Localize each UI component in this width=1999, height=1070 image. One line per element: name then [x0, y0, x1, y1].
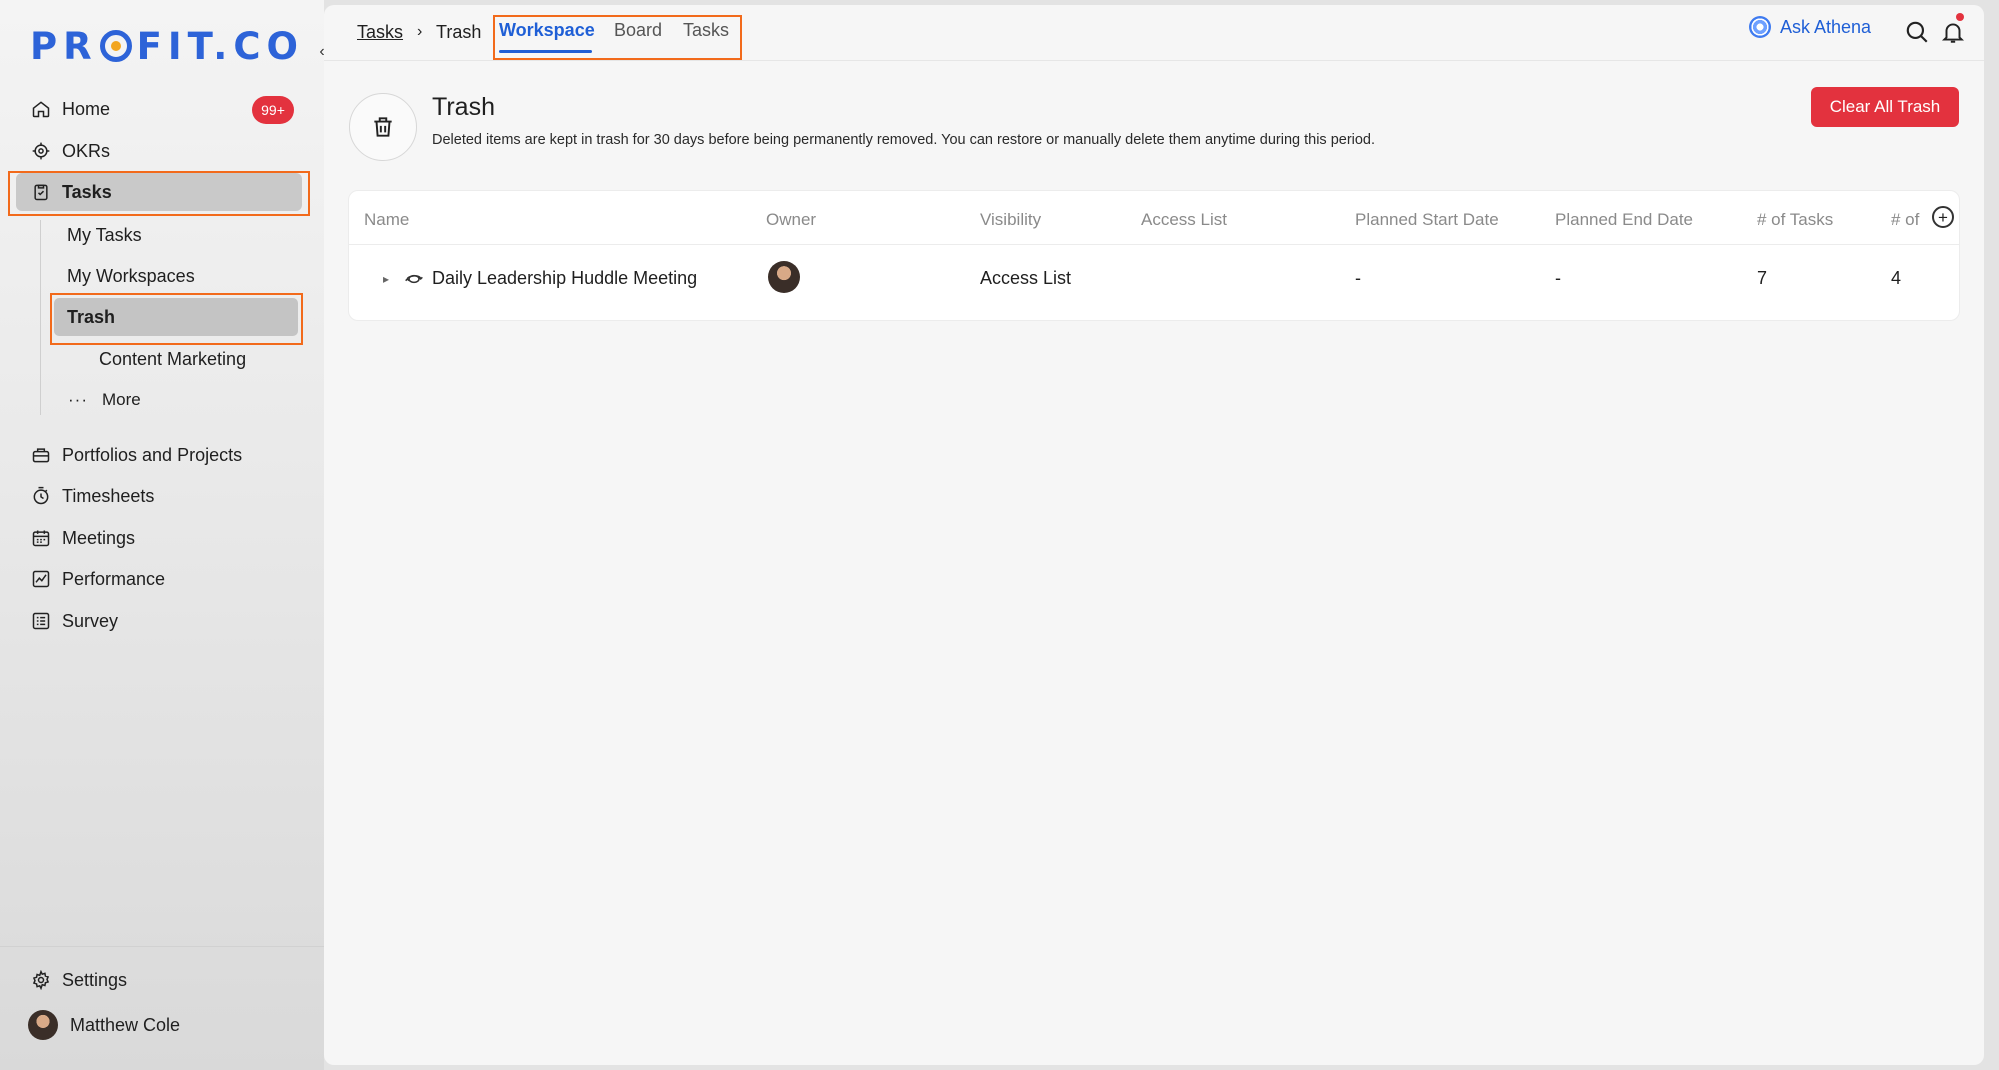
sidebar-item-portfolios[interactable]: Portfolios and Projects [16, 436, 302, 474]
sidebar-subitem-label: Trash [67, 306, 116, 327]
sidebar-subitem-content-marketing[interactable]: Content Marketing [86, 340, 296, 378]
sidebar-subitem-trash[interactable]: Trash [54, 298, 298, 336]
profit-co-logo[interactable]: PR FIT.CO [30, 24, 304, 68]
user-name: Matthew Cole [70, 1014, 181, 1035]
sidebar-item-label: Meetings [62, 527, 136, 548]
sidebar-item-home[interactable]: Home 99+ [16, 90, 302, 128]
chart-line-icon [30, 568, 52, 590]
sidebar-item-label: Timesheets [62, 485, 155, 506]
target-icon [30, 140, 52, 162]
ask-athena-button[interactable]: Ask Athena [1749, 16, 1871, 38]
workspace-sync-icon [404, 269, 424, 294]
ask-athena-label: Ask Athena [1780, 16, 1872, 37]
tab-tasks[interactable]: Tasks [683, 20, 729, 41]
column-header-name[interactable]: Name [364, 210, 409, 230]
breadcrumb-separator: › [417, 23, 423, 40]
sidebar-item-label: Settings [62, 969, 128, 990]
home-icon [30, 98, 52, 120]
calendar-icon [30, 527, 52, 549]
column-header-access-list[interactable]: Access List [1141, 210, 1227, 230]
sidebar-item-survey[interactable]: Survey [16, 602, 302, 640]
sidebar-subitem-label: My Workspaces [67, 265, 195, 286]
column-header-planned-end[interactable]: Planned End Date [1555, 210, 1693, 230]
logo-target-icon [99, 30, 132, 62]
search-icon[interactable] [1904, 19, 1930, 45]
notification-dot [1956, 13, 1964, 21]
logo-text-end: FIT.CO [136, 24, 304, 68]
workspace-name[interactable]: Daily Leadership Huddle Meeting [432, 268, 697, 289]
sidebar-divider [0, 946, 324, 947]
user-profile[interactable]: Matthew Cole [16, 1006, 302, 1044]
column-header-owner[interactable]: Owner [766, 210, 816, 230]
sidebar: PR FIT.CO ‹ Home 99+ OKRs Tasks My Tasks… [0, 0, 325, 1070]
sidebar-subitem-label: Content Marketing [99, 348, 247, 369]
visibility-value: Access List [980, 268, 1072, 288]
user-avatar [28, 1010, 58, 1040]
clear-all-trash-button[interactable]: Clear All Trash [1811, 87, 1959, 127]
notification-count-badge: 99+ [252, 96, 294, 124]
sidebar-item-label: OKRs [62, 140, 111, 161]
add-column-button[interactable]: + [1932, 206, 1954, 228]
column-header-truncated[interactable]: # of [1891, 210, 1923, 230]
tab-board[interactable]: Board [614, 20, 662, 41]
athena-icon [1749, 16, 1771, 38]
sidebar-item-meetings[interactable]: Meetings [16, 519, 302, 557]
column-header-task-count[interactable]: # of Tasks [1757, 210, 1833, 230]
sidebar-item-label: Portfolios and Projects [62, 444, 243, 465]
bell-icon[interactable] [1940, 19, 1966, 45]
expand-row-icon[interactable]: ▸ [383, 272, 389, 286]
sidebar-item-tasks[interactable]: Tasks [16, 173, 302, 211]
gear-icon [30, 969, 52, 991]
sidebar-subitem-my-tasks[interactable]: My Tasks [54, 216, 298, 254]
column-header-planned-start[interactable]: Planned Start Date [1355, 210, 1499, 230]
sidebar-subitem-label: My Tasks [67, 224, 142, 245]
briefcase-icon [30, 444, 52, 466]
logo-text-start: PR [30, 24, 98, 68]
sidebar-subitem-more[interactable]: ··· More [54, 381, 298, 419]
owner-avatar [768, 261, 800, 298]
sidebar-item-label: Tasks [62, 181, 112, 202]
sidebar-item-label: Survey [62, 610, 119, 631]
header-divider [349, 244, 1959, 245]
breadcrumb-current: Trash [436, 22, 482, 42]
clipboard-check-icon [30, 181, 52, 203]
planned-end-value: - [1555, 268, 1561, 288]
page-title: Trash [432, 93, 495, 121]
task-tree-line [40, 220, 41, 415]
sidebar-subitem-my-workspaces[interactable]: My Workspaces [54, 257, 298, 295]
tab-workspace[interactable]: Workspace [499, 20, 595, 41]
sidebar-item-settings[interactable]: Settings [16, 961, 302, 999]
trash-table: Name Owner Visibility Access List Planne… [348, 190, 1960, 321]
task-count-value: 7 [1757, 268, 1768, 288]
plus-icon: + [1938, 207, 1948, 227]
more-dots-icon: ··· [68, 390, 88, 409]
main-panel: Tasks › Trash Workspace Board Tasks Ask … [324, 5, 1984, 1065]
sidebar-item-label: Performance [62, 568, 166, 589]
sidebar-subitem-label: More [101, 390, 141, 409]
breadcrumb-tasks-link[interactable]: Tasks [357, 22, 403, 43]
trash-header-icon [349, 93, 417, 161]
truncated-column-value: 4 [1891, 268, 1902, 288]
planned-start-value: - [1355, 268, 1361, 288]
sidebar-item-timesheets[interactable]: Timesheets [16, 477, 302, 515]
survey-icon [30, 610, 52, 632]
active-tab-indicator [499, 50, 592, 53]
sidebar-item-label: Home [62, 98, 111, 119]
topbar: Tasks › Trash Workspace Board Tasks Ask … [324, 5, 1984, 61]
sidebar-item-performance[interactable]: Performance [16, 560, 302, 598]
column-header-visibility[interactable]: Visibility [980, 210, 1041, 230]
stopwatch-icon [30, 485, 52, 507]
sidebar-item-okrs[interactable]: OKRs [16, 132, 302, 170]
page-description: Deleted items are kept in trash for 30 d… [432, 132, 1376, 148]
